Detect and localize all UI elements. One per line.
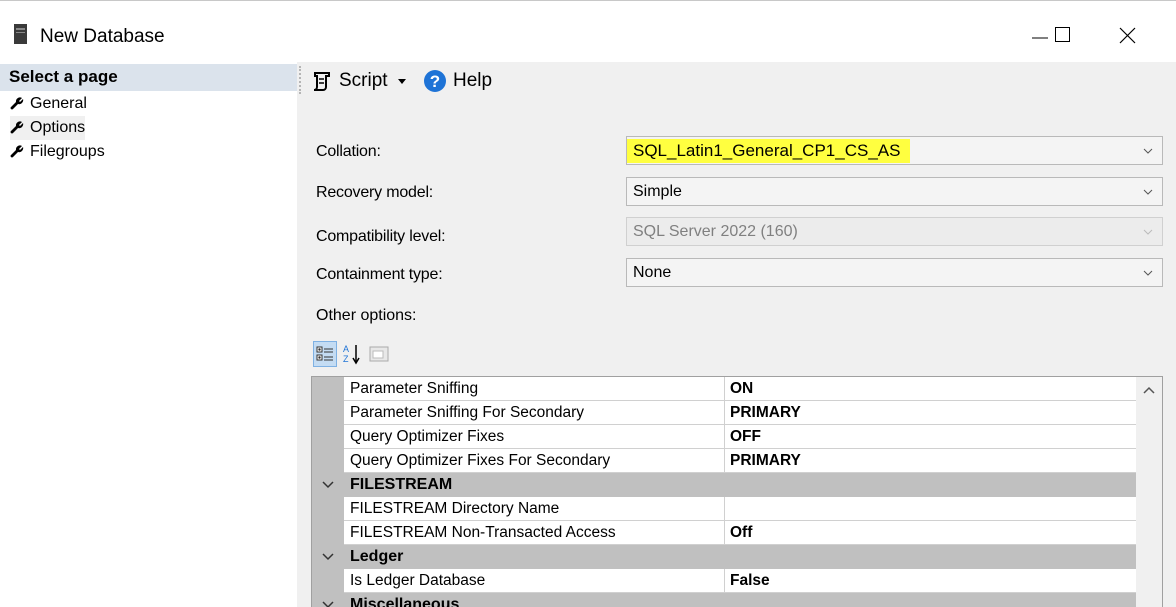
- page-item-label: General: [30, 95, 87, 112]
- containment-type-value: None: [633, 263, 672, 281]
- compatibility-level-value: SQL Server 2022 (160): [633, 222, 798, 240]
- recovery-model-select[interactable]: Simple: [626, 177, 1163, 206]
- script-dropdown-icon[interactable]: [397, 78, 406, 84]
- property-row[interactable]: Query Optimizer Fixes OFF: [312, 425, 1138, 449]
- collation-select[interactable]: SQL_Latin1_General_CP1_CS_AS: [626, 136, 1163, 165]
- category-label: FILESTREAM: [350, 476, 453, 493]
- category-label: Miscellaneous: [350, 596, 460, 607]
- collation-label: Collation:: [316, 143, 381, 160]
- category-miscellaneous[interactable]: Miscellaneous: [312, 593, 1138, 607]
- svg-text:A: A: [343, 344, 349, 354]
- property-name: FILESTREAM Directory Name: [344, 497, 725, 521]
- row-gutter: [312, 377, 344, 401]
- property-name: FILESTREAM Non-Transacted Access: [344, 521, 725, 545]
- chevron-down-icon[interactable]: [312, 552, 344, 562]
- property-name: Query Optimizer Fixes For Secondary: [344, 449, 725, 473]
- property-grid-toolbar: A Z: [313, 339, 391, 369]
- database-server-icon: [14, 24, 27, 44]
- close-button[interactable]: [1104, 15, 1150, 55]
- page-item-general[interactable]: General: [10, 92, 87, 116]
- page-item-label: Filegroups: [30, 143, 105, 160]
- property-value[interactable]: PRIMARY: [725, 449, 1138, 473]
- chevron-down-icon: [1143, 229, 1153, 235]
- toolbar: Script ? Help: [297, 62, 1176, 120]
- property-value[interactable]: False: [725, 569, 1138, 593]
- property-row[interactable]: Parameter Sniffing For Secondary PRIMARY: [312, 401, 1138, 425]
- toolbar-grip[interactable]: [299, 66, 302, 94]
- page-item-options[interactable]: Options: [10, 116, 86, 140]
- property-row[interactable]: FILESTREAM Non-Transacted Access Off: [312, 521, 1138, 545]
- property-row[interactable]: Parameter Sniffing ON: [312, 377, 1138, 401]
- svg-text:Z: Z: [343, 354, 349, 364]
- property-row[interactable]: FILESTREAM Directory Name: [312, 497, 1138, 521]
- script-button[interactable]: Script: [311, 66, 406, 96]
- chevron-down-icon[interactable]: [312, 600, 344, 607]
- row-gutter: [312, 449, 344, 473]
- property-value[interactable]: ON: [725, 377, 1138, 401]
- row-gutter: [312, 425, 344, 449]
- property-value[interactable]: Off: [725, 521, 1138, 545]
- collation-value: SQL_Latin1_General_CP1_CS_AS: [627, 138, 911, 163]
- property-name: Query Optimizer Fixes: [344, 425, 725, 449]
- window-title: New Database: [40, 26, 165, 47]
- wrench-icon: [10, 97, 24, 110]
- containment-type-select[interactable]: None: [626, 258, 1163, 287]
- close-icon: [1119, 27, 1136, 44]
- alphabetical-button[interactable]: A Z: [340, 341, 364, 367]
- property-value[interactable]: PRIMARY: [725, 401, 1138, 425]
- property-pages-button[interactable]: [367, 341, 391, 367]
- maximize-icon: [1055, 27, 1070, 42]
- select-page-header: Select a page: [0, 64, 297, 91]
- category-label: Ledger: [350, 548, 404, 565]
- recovery-model-value: Simple: [633, 182, 682, 200]
- options-panel: Collation: SQL_Latin1_General_CP1_CS_AS …: [297, 120, 1176, 607]
- row-gutter: [312, 521, 344, 545]
- chevron-down-icon[interactable]: [312, 480, 344, 490]
- sort-alphabetical-icon: A Z: [343, 344, 360, 365]
- compatibility-level-select: SQL Server 2022 (160): [626, 217, 1163, 246]
- property-row[interactable]: Is Ledger Database False: [312, 569, 1138, 593]
- svg-text:?: ?: [430, 72, 440, 91]
- page-item-label: Options: [30, 119, 86, 136]
- chevron-down-icon: [1143, 189, 1153, 195]
- property-grid: Parameter Sniffing ON Parameter Sniffing…: [311, 376, 1163, 607]
- property-pages-icon: [369, 346, 389, 362]
- help-icon: ?: [424, 70, 446, 92]
- help-button[interactable]: ? Help: [423, 66, 492, 96]
- wrench-icon: [10, 145, 24, 158]
- help-label: Help: [453, 70, 493, 91]
- containment-type-label: Containment type:: [316, 266, 443, 283]
- categorized-icon: [316, 346, 333, 361]
- row-gutter: [312, 401, 344, 425]
- title-bar: New Database: [0, 0, 1176, 62]
- vertical-scrollbar[interactable]: [1136, 377, 1162, 607]
- page-selector-pane: Select a page General Options Filegroups: [0, 62, 297, 607]
- row-gutter: [312, 497, 344, 521]
- property-name: Parameter Sniffing For Secondary: [344, 401, 725, 425]
- compatibility-level-label: Compatibility level:: [316, 228, 446, 245]
- property-value[interactable]: [725, 497, 1138, 521]
- scroll-up-icon[interactable]: [1143, 385, 1155, 395]
- category-ledger[interactable]: Ledger: [312, 545, 1138, 569]
- maximize-button[interactable]: [1040, 15, 1086, 55]
- property-row[interactable]: Query Optimizer Fixes For Secondary PRIM…: [312, 449, 1138, 473]
- category-filestream[interactable]: FILESTREAM: [312, 473, 1138, 497]
- row-gutter: [312, 569, 344, 593]
- page-item-filegroups[interactable]: Filegroups: [10, 140, 105, 164]
- other-options-label: Other options:: [316, 307, 417, 324]
- categorized-button[interactable]: [313, 341, 337, 367]
- wrench-icon: [10, 121, 24, 134]
- property-name: Parameter Sniffing: [344, 377, 725, 401]
- script-icon: [313, 72, 330, 91]
- chevron-down-icon: [1143, 270, 1153, 276]
- chevron-down-icon: [1143, 148, 1153, 154]
- property-value[interactable]: OFF: [725, 425, 1138, 449]
- script-label: Script: [339, 70, 388, 91]
- recovery-model-label: Recovery model:: [316, 184, 434, 201]
- property-name: Is Ledger Database: [344, 569, 725, 593]
